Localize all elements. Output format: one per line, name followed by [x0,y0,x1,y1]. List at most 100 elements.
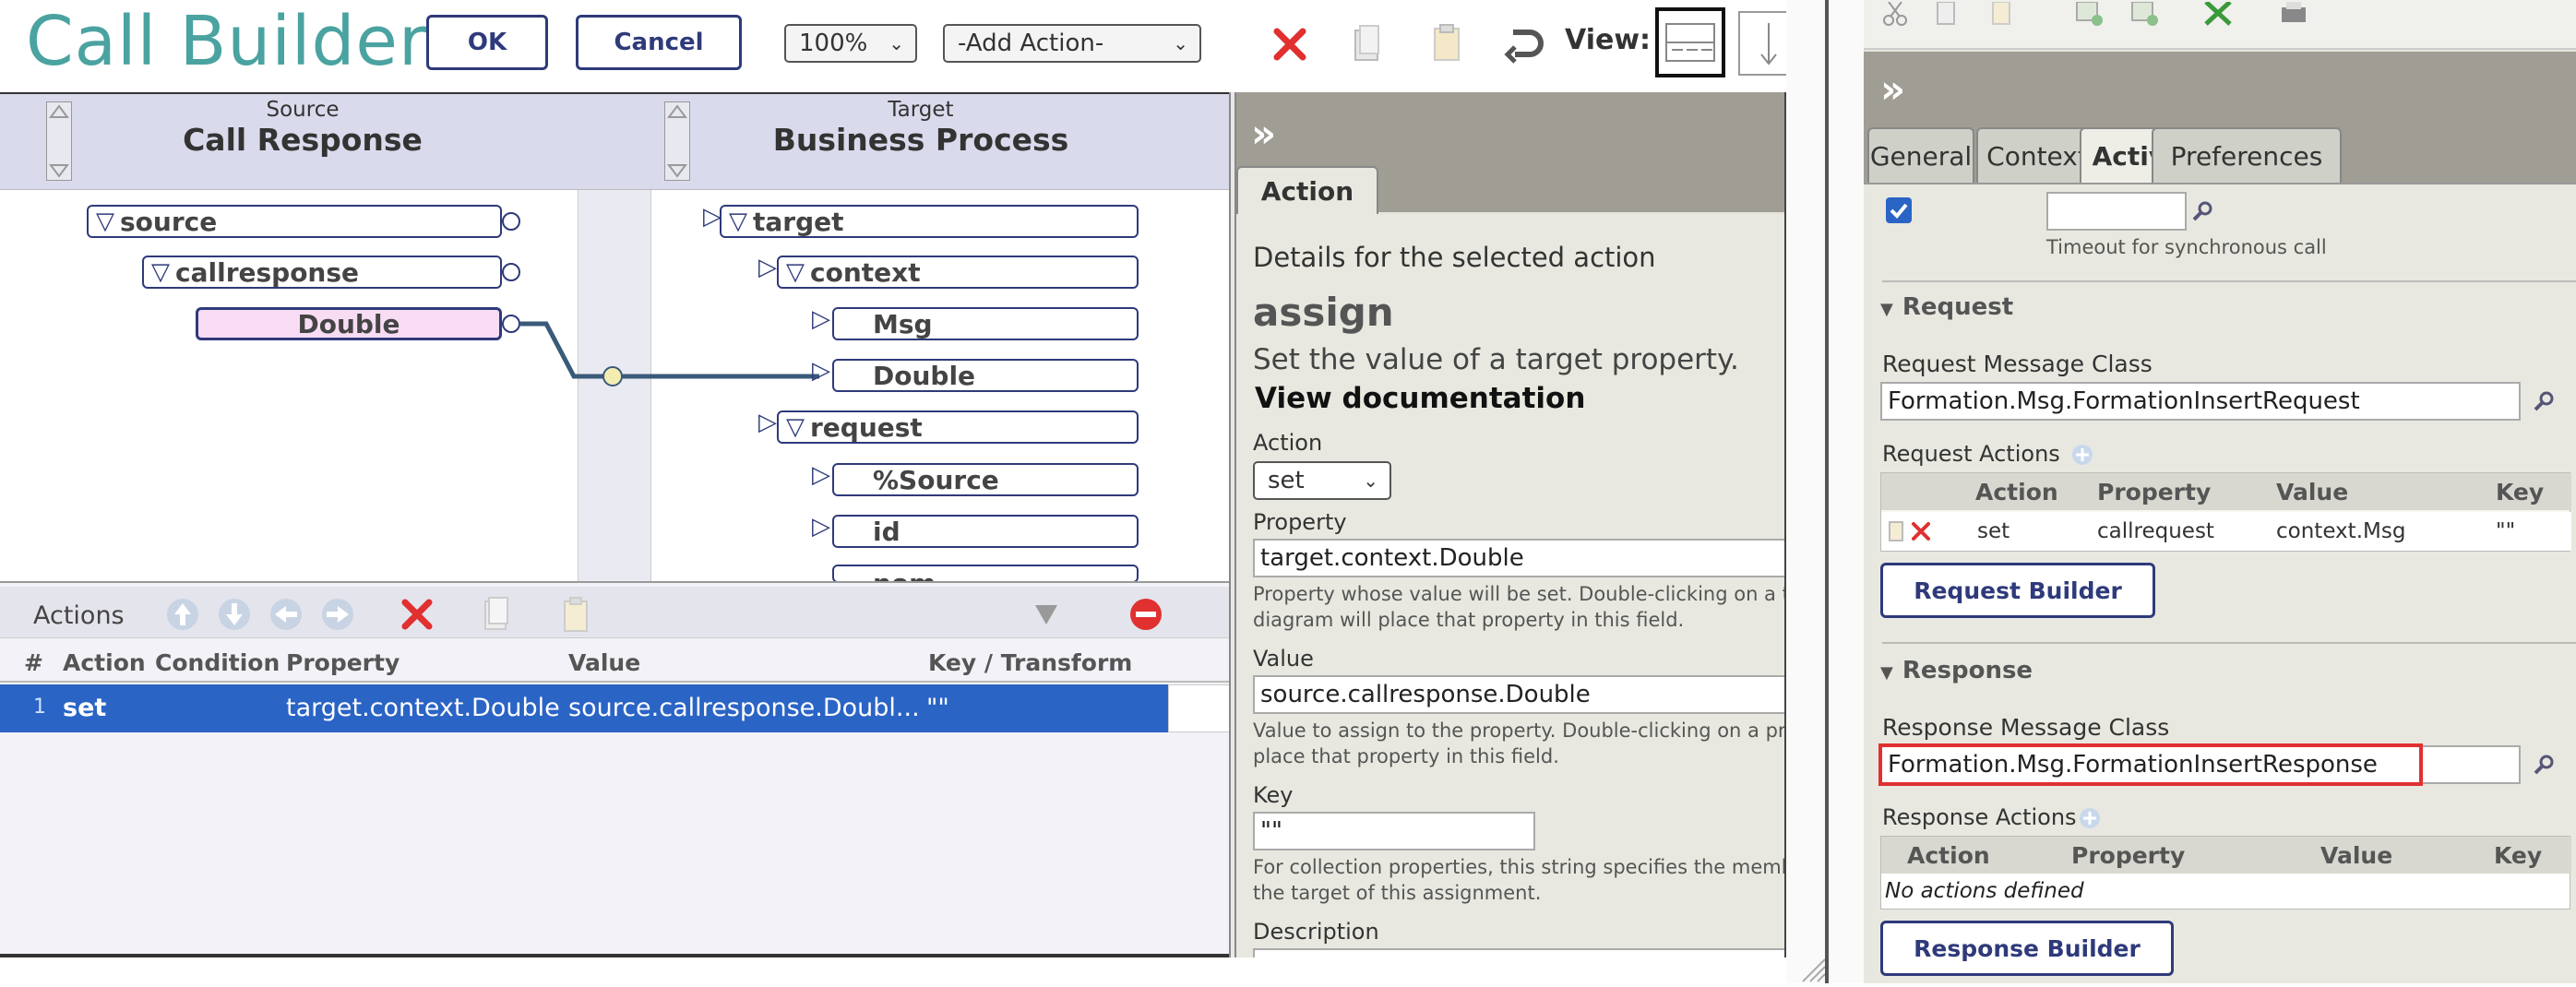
print-icon[interactable] [2273,0,2314,31]
property-input[interactable]: target.context.Double [1253,539,1784,577]
move-down-icon[interactable] [214,594,255,635]
delete-icon[interactable] [1268,22,1312,66]
paste-icon[interactable] [1426,20,1467,66]
add-response-action-icon[interactable] [2076,804,2104,832]
key-input[interactable]: "" [1253,812,1535,850]
move-left-icon[interactable] [266,594,306,635]
undo-icon[interactable] [1502,20,1548,66]
expand-triangle-icon[interactable]: ▷ [758,409,777,436]
target-node-double[interactable]: Double [832,359,1139,392]
delete-action-icon[interactable] [397,594,437,635]
resize-handle-icon[interactable] [1799,956,1827,983]
ok-button[interactable]: OK [426,15,548,70]
add-shape-icon[interactable] [2069,0,2109,31]
search-icon[interactable] [2528,386,2559,417]
paste-icon[interactable] [1984,0,2021,31]
response-col-value: Value [2320,842,2393,869]
request-row-property: callrequest [2097,519,2214,543]
chevron-down-icon: ⌄ [888,32,904,54]
request-section-title[interactable]: ▼ Request [1880,293,2013,321]
expand-triangle-icon[interactable]: ▷ [812,461,830,489]
target-node-context[interactable]: ▽ context [777,256,1139,289]
column-header-action: Action [63,649,146,676]
timeout-input[interactable] [2046,192,2187,231]
page-title: Call Builder [26,2,428,81]
target-node-msg[interactable]: Msg [832,307,1139,340]
move-up-icon[interactable] [162,594,203,635]
move-right-icon[interactable] [317,594,358,635]
response-message-class-highlight: Formation.Msg.FormationInsertResponse [1878,743,2423,786]
request-actions-table: Action Property Value Key set callreques… [1880,472,2571,552]
delete-icon[interactable] [1909,519,1933,543]
action-select[interactable]: set ⌄ [1253,461,1391,500]
expand-triangle-icon[interactable]: ▷ [703,203,722,231]
expand-triangle-icon[interactable]: ▷ [812,305,830,333]
cancel-button[interactable]: Cancel [576,15,742,70]
tab-general[interactable]: General [1867,127,1974,183]
row-action: set [63,694,107,722]
target-node-source[interactable]: %Source [832,463,1139,496]
key-help-line-2: the target of this assignment. [1253,882,1542,904]
column-header-num: # [24,649,43,676]
property-help-line-1: Property whose value will be set. Double… [1253,583,1786,605]
request-row-value: context.Msg [2276,519,2406,543]
tab-action[interactable]: Action [1236,166,1378,214]
search-icon[interactable] [2528,749,2559,780]
paste-action-icon[interactable] [555,592,596,636]
request-col-value: Value [2276,479,2349,505]
row-key: "" [926,694,949,722]
chevron-down-icon: ⌄ [1363,470,1378,492]
copy-icon[interactable] [1347,20,1388,66]
window-edge [1825,0,1829,983]
connect-icon[interactable] [2198,0,2238,31]
row-edit-cell[interactable] [1168,684,1231,732]
collapse-icon[interactable]: » [1251,111,1276,156]
expand-triangle-icon: ▽ [786,258,805,286]
search-icon[interactable] [2187,196,2218,227]
request-row-key: "" [2496,519,2516,543]
expand-triangle-icon[interactable]: ▷ [758,254,777,281]
response-section-title[interactable]: ▼ Response [1880,657,2033,684]
timeout-help: Timeout for synchronous call [2046,236,2327,258]
row-property: target.context.Double [286,694,560,722]
table-row[interactable]: set callrequest context.Msg "" [1881,512,2571,551]
zoom-select[interactable]: 100% ⌄ [784,24,917,63]
add-request-action-icon[interactable] [2069,441,2096,469]
expand-triangle-icon: ▽ [786,413,805,441]
splitter[interactable] [1229,92,1236,957]
copy-action-icon[interactable] [476,592,517,636]
target-node-nom[interactable]: nom [832,565,1139,583]
column-header-condition: Condition [155,649,280,676]
add-group-icon[interactable] [2124,0,2165,31]
filter-icon[interactable] [1028,596,1065,633]
column-header-property: Property [286,649,400,676]
row-value: source.callresponse.Doubl... [568,694,920,722]
stop-icon[interactable] [1126,594,1166,635]
table-row[interactable]: 1 set target.context.Double source.callr… [0,684,1168,732]
expand-triangle-icon[interactable]: ▷ [812,357,830,385]
tab-preferences[interactable]: Preferences [2152,127,2342,183]
horizontal-layout-icon[interactable] [1655,7,1725,77]
description-input[interactable] [1253,948,1784,957]
view-documentation-link[interactable]: View documentation [1255,382,1585,415]
sync-checkbox[interactable] [1886,197,1912,223]
value-input[interactable]: source.callresponse.Double [1253,675,1784,714]
copy-icon[interactable] [1887,519,1907,543]
expand-triangle-icon[interactable]: ▷ [812,513,830,541]
target-node-request[interactable]: ▽ request [777,410,1139,444]
target-node-id[interactable]: id [832,515,1139,548]
expand-panel-icon[interactable]: » [1880,66,1905,112]
response-empty-text: No actions defined [1885,879,2084,903]
value-help-line-1: Value to assign to the property. Double-… [1253,719,1786,742]
request-builder-button[interactable]: Request Builder [1880,563,2155,618]
request-message-class-input[interactable]: Formation.Msg.FormationInsertRequest [1880,382,2521,421]
copy-icon[interactable] [1928,0,1965,31]
action-heading: assign [1253,290,1394,335]
left-bottom-border [0,954,1231,957]
actions-label: Actions [33,601,125,630]
target-node-target[interactable]: ▽ target [720,205,1139,238]
add-action-select[interactable]: -Add Action- ⌄ [943,24,1201,63]
cut-icon[interactable] [1877,0,1914,31]
response-builder-button[interactable]: Response Builder [1880,921,2174,976]
header-divider [0,681,1231,683]
